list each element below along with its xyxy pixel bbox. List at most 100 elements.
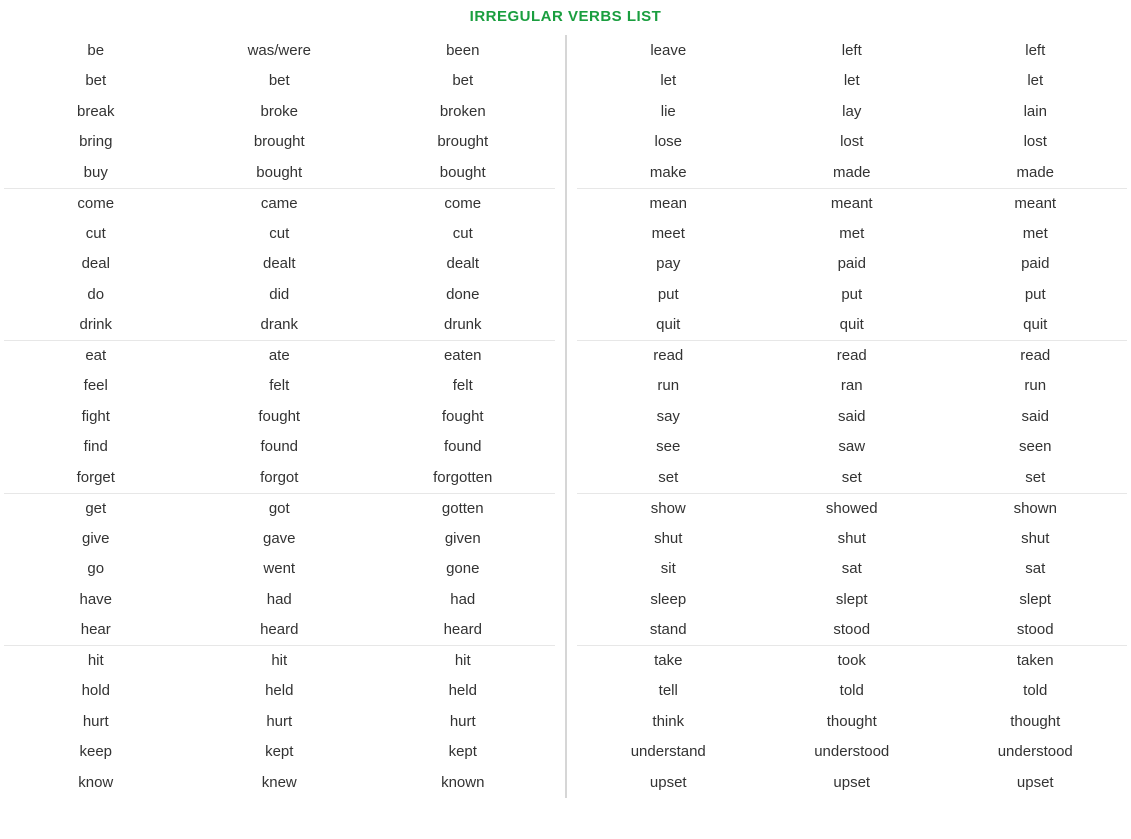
verb-row: givegavegiven	[4, 523, 555, 554]
verb-row: standstoodstood	[577, 615, 1128, 646]
verb-base: understand	[577, 743, 761, 760]
verb-row: getgotgotten	[4, 493, 555, 524]
verb-past-participle: cut	[371, 225, 555, 242]
verb-row: holdheldheld	[4, 676, 555, 707]
verb-past-participle: broken	[371, 103, 555, 120]
verb-past: held	[188, 682, 372, 699]
verb-past: put	[760, 286, 944, 303]
verb-past-participle: found	[371, 438, 555, 455]
verb-past-participle: quit	[944, 316, 1128, 333]
verb-past: read	[760, 347, 944, 364]
verb-past-participle: hurt	[371, 713, 555, 730]
verb-row: runranrun	[577, 371, 1128, 402]
verb-past-participle: kept	[371, 743, 555, 760]
verb-base: see	[577, 438, 761, 455]
verb-row: readreadread	[577, 340, 1128, 371]
verb-base: upset	[577, 774, 761, 791]
verb-past-participle: heard	[371, 621, 555, 638]
verb-past-participle: lost	[944, 133, 1128, 150]
verb-past: got	[188, 500, 372, 517]
verb-past-participle: taken	[944, 652, 1128, 669]
verb-past-participle: seen	[944, 438, 1128, 455]
verb-past-participle: gone	[371, 560, 555, 577]
verb-past: slept	[760, 591, 944, 608]
verb-past: ran	[760, 377, 944, 394]
verb-row: telltoldtold	[577, 676, 1128, 707]
verb-past: forgot	[188, 469, 372, 486]
verb-base: meet	[577, 225, 761, 242]
verb-past-participle: stood	[944, 621, 1128, 638]
verb-past: hit	[188, 652, 372, 669]
verb-past-participle: eaten	[371, 347, 555, 364]
verb-row: buyboughtbought	[4, 157, 555, 188]
verb-base: set	[577, 469, 761, 486]
verb-past: hurt	[188, 713, 372, 730]
verb-past-participle: hit	[371, 652, 555, 669]
verb-past-participle: paid	[944, 255, 1128, 272]
verb-base: hear	[4, 621, 188, 638]
verb-row: seesawseen	[577, 432, 1128, 463]
verb-row: taketooktaken	[577, 645, 1128, 676]
verb-past: drank	[188, 316, 372, 333]
verb-past: found	[188, 438, 372, 455]
verb-row: hurthurthurt	[4, 706, 555, 737]
verb-past-participle: shut	[944, 530, 1128, 547]
verb-row: makemademade	[577, 157, 1128, 188]
verb-past-participle: sat	[944, 560, 1128, 577]
verb-row: drinkdrankdrunk	[4, 310, 555, 341]
verb-past: bet	[188, 72, 372, 89]
verb-base: read	[577, 347, 761, 364]
verb-base: sleep	[577, 591, 761, 608]
verb-past-participle: thought	[944, 713, 1128, 730]
verb-row: bewas/werebeen	[4, 35, 555, 66]
verb-past: kept	[188, 743, 372, 760]
verb-past: understood	[760, 743, 944, 760]
verb-past-participle: met	[944, 225, 1128, 242]
verb-past-participle: felt	[371, 377, 555, 394]
verb-base: cut	[4, 225, 188, 242]
verb-past-participle: lain	[944, 103, 1128, 120]
verb-row: shutshutshut	[577, 523, 1128, 554]
verb-past-participle: bet	[371, 72, 555, 89]
verb-past: gave	[188, 530, 372, 547]
verb-past-participle: come	[371, 195, 555, 212]
verb-past-participle: gotten	[371, 500, 555, 517]
verb-past: meant	[760, 195, 944, 212]
verb-row: knowknewknown	[4, 767, 555, 798]
verb-row: eatateeaten	[4, 340, 555, 371]
verb-past-participle: had	[371, 591, 555, 608]
verb-base: quit	[577, 316, 761, 333]
verb-base: fight	[4, 408, 188, 425]
verb-base: do	[4, 286, 188, 303]
verb-past-participle: upset	[944, 774, 1128, 791]
verb-past-participle: dealt	[371, 255, 555, 272]
verb-past-participle: run	[944, 377, 1128, 394]
verb-past: lost	[760, 133, 944, 150]
verb-past-participle: understood	[944, 743, 1128, 760]
verb-base: lose	[577, 133, 761, 150]
verb-past-participle: put	[944, 286, 1128, 303]
verb-base: be	[4, 42, 188, 59]
verb-base: hold	[4, 682, 188, 699]
verb-past-participle: let	[944, 72, 1128, 89]
verb-past-participle: meant	[944, 195, 1128, 212]
verb-base: come	[4, 195, 188, 212]
verb-row: showshowedshown	[577, 493, 1128, 524]
verb-row: dodiddone	[4, 279, 555, 310]
verb-base: say	[577, 408, 761, 425]
verb-past-participle: known	[371, 774, 555, 791]
verb-past: met	[760, 225, 944, 242]
verb-base: make	[577, 164, 761, 181]
verb-past: let	[760, 72, 944, 89]
verb-base: give	[4, 530, 188, 547]
verb-past: came	[188, 195, 372, 212]
verb-row: comecamecome	[4, 188, 555, 219]
verb-base: hurt	[4, 713, 188, 730]
verb-base: tell	[577, 682, 761, 699]
verb-past: dealt	[188, 255, 372, 272]
verb-base: drink	[4, 316, 188, 333]
verb-row: saysaidsaid	[577, 401, 1128, 432]
verb-past: stood	[760, 621, 944, 638]
verb-row: sitsatsat	[577, 554, 1128, 585]
verb-row: dealdealtdealt	[4, 249, 555, 280]
